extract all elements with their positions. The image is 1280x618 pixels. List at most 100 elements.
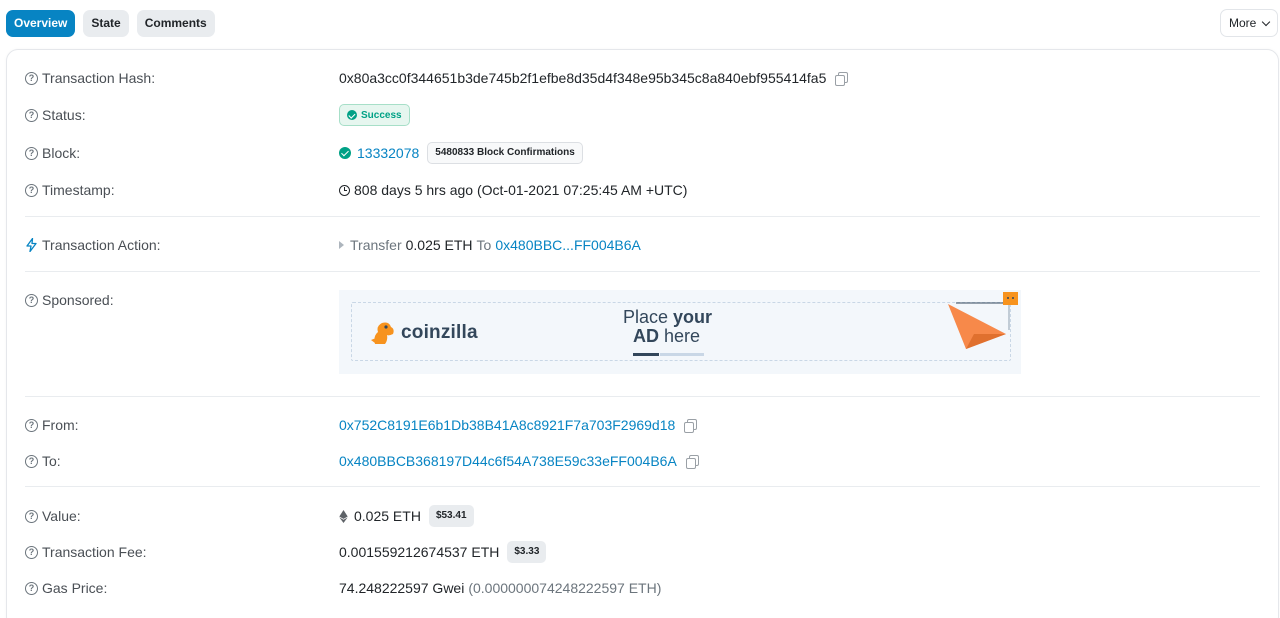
ad-headline-your: your — [673, 307, 713, 327]
row-value: ? Value: 0.025 ETH $53.41 — [25, 505, 1260, 527]
check-circle-icon — [339, 147, 351, 159]
value-value: 0.025 ETH $53.41 — [339, 505, 474, 527]
question-circle-icon[interactable]: ? — [25, 146, 38, 160]
gas-price-gwei: 74.248222597 Gwei — [339, 580, 465, 596]
divider — [25, 271, 1260, 272]
question-circle-icon[interactable]: ? — [25, 545, 38, 559]
label-to: ? To: — [25, 450, 61, 472]
timestamp-text: 808 days 5 hrs ago (Oct-01-2021 07:25:45… — [354, 182, 688, 198]
caret-right-icon[interactable] — [339, 241, 344, 249]
fee-usd-badge: $3.33 — [507, 541, 547, 563]
row-status: ? Status: Success — [25, 104, 1260, 126]
label-timestamp: ? Timestamp: — [25, 179, 115, 201]
label-sponsored: ? Sponsored: — [25, 289, 114, 311]
label-text: Transaction Fee: — [42, 544, 147, 560]
status-badge: Success — [339, 104, 410, 126]
label-transaction-fee: ? Transaction Fee: — [25, 541, 147, 563]
question-circle-icon[interactable]: ? — [25, 183, 38, 197]
value-to: 0x480BBCB368197D44c6f54A738E59c33eFF004B… — [339, 450, 699, 472]
value-timestamp: 808 days 5 hrs ago (Oct-01-2021 07:25:45… — [339, 179, 687, 201]
chevron-down-icon — [1261, 17, 1271, 27]
label-transaction-action: Transaction Action: — [25, 234, 161, 256]
sponsored-ad-banner[interactable]: coinzilla Place your AD here — [339, 290, 1021, 374]
label-text: Sponsored: — [42, 292, 114, 308]
row-block: ? Block: 13332078 5480833 Block Confirma… — [25, 142, 1260, 164]
action-amount: 0.025 ETH — [405, 237, 473, 253]
row-gas-price: ? Gas Price: 74.248222597 Gwei (0.000000… — [25, 577, 1260, 599]
tab-comments[interactable]: Comments — [136, 10, 215, 37]
lightning-icon — [26, 238, 37, 252]
label-transaction-hash: ? Transaction Hash: — [25, 67, 155, 89]
block-confirmations-badge: 5480833 Block Confirmations — [427, 142, 583, 164]
fee-amount: 0.001559212674537 ETH — [339, 544, 500, 560]
more-dropdown-button[interactable]: More — [1220, 9, 1278, 37]
paper-plane-icon — [948, 292, 1018, 349]
label-gas-price: ? Gas Price: — [25, 577, 107, 599]
value-status: Success — [339, 104, 410, 126]
value-usd-badge: $53.41 — [428, 505, 474, 527]
label-value: ? Value: — [25, 505, 81, 527]
action-to-word: To — [476, 237, 492, 253]
row-transaction-action: Transaction Action: Transfer 0.025 ETH T… — [25, 234, 1260, 256]
value-block: 13332078 5480833 Block Confirmations — [339, 142, 583, 164]
divider — [25, 486, 1260, 487]
ad-headline-here: here — [659, 326, 701, 346]
ad-headline-ad: AD — [633, 326, 659, 346]
more-label: More — [1229, 16, 1257, 30]
copy-icon[interactable] — [684, 418, 698, 433]
question-circle-icon[interactable]: ? — [25, 108, 38, 122]
row-transaction-hash: ? Transaction Hash: 0x80a3cc0f344651b3de… — [25, 67, 1260, 89]
copy-icon[interactable] — [835, 71, 849, 86]
ad-headline-place: Place — [623, 307, 674, 327]
value-from: 0x752C8191E6b1Db38B41A8c8921F7a703F2969d… — [339, 414, 698, 436]
label-from: ? From: — [25, 414, 79, 436]
label-text: Transaction Hash: — [42, 70, 156, 86]
from-address-link[interactable]: 0x752C8191E6b1Db38B41A8c8921F7a703F2969d… — [339, 417, 675, 433]
tab-overview[interactable]: Overview — [6, 10, 76, 37]
action-verb: Transfer — [350, 237, 402, 253]
label-text: Transaction Action: — [42, 237, 161, 253]
label-text: Value: — [42, 508, 81, 524]
coinzilla-mascot-icon — [371, 322, 394, 344]
value-amount: 0.025 ETH — [354, 508, 421, 524]
label-block: ? Block: — [25, 142, 80, 164]
check-circle-icon — [347, 110, 357, 120]
question-circle-icon[interactable]: ? — [25, 581, 38, 595]
label-text: Status: — [42, 107, 86, 123]
label-text: Block: — [42, 145, 81, 161]
action-to-address-link[interactable]: 0x480BBC...FF004B6A — [495, 237, 641, 253]
row-transaction-fee: ? Transaction Fee: 0.001559212674537 ETH… — [25, 541, 1260, 563]
value-transaction-fee: 0.001559212674537 ETH $3.33 — [339, 541, 547, 563]
status-text: Success — [361, 109, 402, 121]
gas-price-eth: (0.000000074248222597 ETH) — [468, 580, 662, 596]
block-number-link[interactable]: 13332078 — [357, 145, 419, 161]
ethereum-icon — [339, 509, 348, 523]
label-text: Gas Price: — [42, 580, 108, 596]
ad-brand-name: coinzilla — [401, 322, 478, 343]
ad-underline-secondary — [660, 353, 704, 356]
divider — [25, 216, 1260, 217]
question-circle-icon[interactable]: ? — [25, 71, 38, 85]
row-timestamp: ? Timestamp: 808 days 5 hrs ago (Oct-01-… — [25, 179, 1260, 201]
label-text: To: — [42, 453, 61, 469]
tab-bar: Overview State Comments — [6, 10, 215, 37]
question-circle-icon[interactable]: ? — [25, 418, 38, 432]
divider — [25, 396, 1260, 397]
question-circle-icon[interactable]: ? — [25, 509, 38, 523]
label-text: Timestamp: — [42, 182, 115, 198]
label-text: From: — [42, 417, 79, 433]
ad-headline: Place your AD here — [623, 308, 763, 346]
tab-state[interactable]: State — [83, 10, 129, 37]
value-gas-price: 74.248222597 Gwei (0.000000074248222597 … — [339, 577, 661, 599]
value-transaction-hash: 0x80a3cc0f344651b3de745b2f1efbe8d35d4f34… — [339, 67, 849, 89]
ad-underline — [633, 353, 659, 356]
copy-icon[interactable] — [685, 454, 699, 469]
value-transaction-action: Transfer 0.025 ETH To 0x480BBC...FF004B6… — [339, 234, 641, 256]
label-status: ? Status: — [25, 104, 86, 126]
question-circle-icon[interactable]: ? — [25, 454, 38, 468]
row-to: ? To: 0x480BBCB368197D44c6f54A738E59c33e… — [25, 450, 1260, 472]
to-address-link[interactable]: 0x480BBCB368197D44c6f54A738E59c33eFF004B… — [339, 453, 677, 469]
clock-icon — [339, 184, 350, 196]
row-from: ? From: 0x752C8191E6b1Db38B41A8c8921F7a7… — [25, 414, 1260, 436]
question-circle-icon[interactable]: ? — [25, 293, 38, 307]
